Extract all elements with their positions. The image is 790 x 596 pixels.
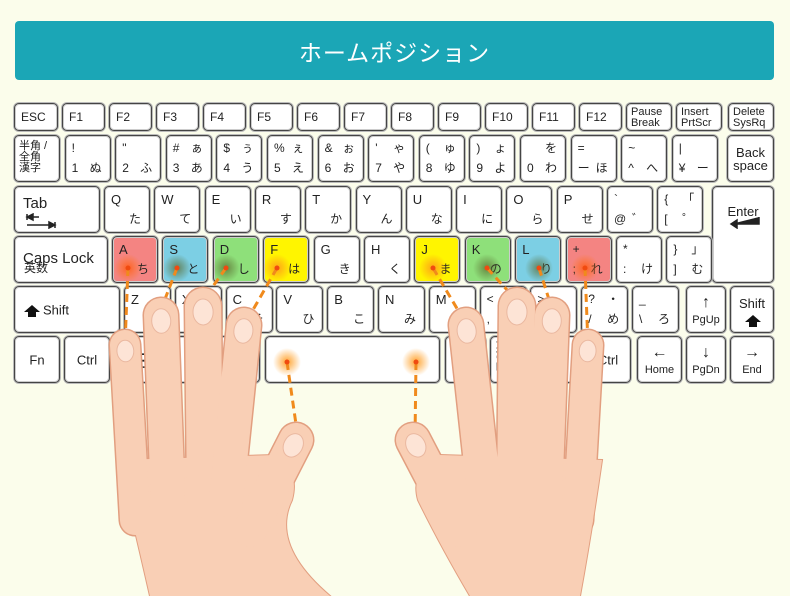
right-finger [563,330,603,535]
home-key-dot [284,359,290,365]
home-key-dot [582,265,588,271]
right-finger [449,308,502,517]
right-finger [497,288,535,518]
left-finger [185,288,223,518]
left-fingernail [192,298,214,326]
home-key-dot [174,265,180,271]
right-fingernail [541,308,562,334]
home-key-dot [274,265,280,271]
home-key-dot [430,265,436,271]
left-finger [209,308,261,517]
home-key-dot [484,265,490,271]
hands-overlay [108,254,605,596]
left-fingernail [151,308,172,334]
home-key-dot [223,265,229,271]
home-key-dot [413,359,419,365]
home-key-dot [536,265,542,271]
right-fingernail [506,298,528,326]
left-finger [144,298,185,517]
left-finger [110,330,150,535]
right-finger [528,298,569,517]
home-key-dot [125,265,131,271]
